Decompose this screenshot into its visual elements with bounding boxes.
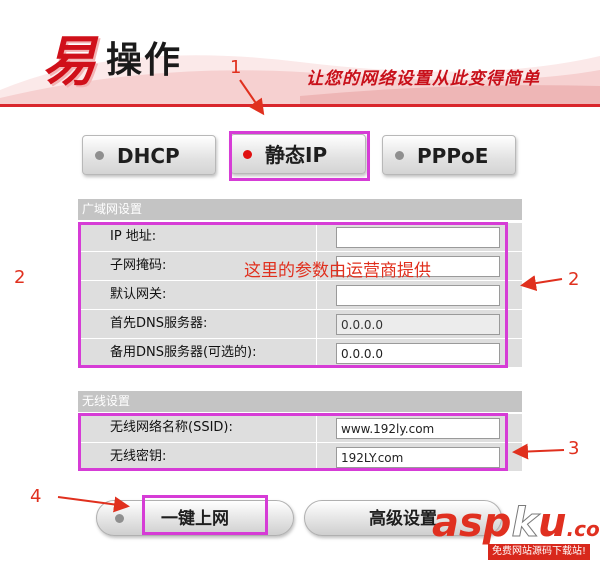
watermark: aspku.com 免费网站源码下载站!	[422, 500, 600, 560]
annotation-note: 这里的参数由运营商提供	[244, 261, 431, 281]
annotation-number-2-left: 2	[14, 267, 26, 288]
annotation-number-1: 1	[230, 57, 242, 78]
watermark-domain: .com	[566, 517, 600, 541]
watermark-k: k	[511, 500, 539, 547]
watermark-asp: asp	[432, 500, 512, 546]
annotation-number-4: 4	[30, 486, 42, 507]
mode-pppoe-label: PPPoE	[417, 144, 489, 168]
highlight-box-static-ip	[229, 131, 370, 181]
mode-dhcp-label: DHCP	[117, 144, 180, 168]
highlight-box-wan-fields	[78, 222, 508, 368]
watermark-tagline: 免费网站源码下载站!	[488, 544, 591, 560]
logo-title: 操作	[106, 40, 183, 81]
watermark-u: u	[538, 500, 567, 546]
annotation-number-3: 3	[568, 438, 580, 459]
header-divider	[0, 104, 600, 107]
radio-dot-icon	[95, 151, 104, 160]
highlight-box-wireless-fields	[78, 413, 508, 471]
slogan: 让您的网络设置从此变得简单	[306, 69, 540, 89]
wan-panel-header: 广域网设置	[78, 199, 522, 220]
annotation-number-2-right: 2	[568, 269, 580, 290]
wireless-panel-title: 无线设置	[82, 394, 131, 408]
mode-dhcp-button[interactable]: DHCP	[82, 135, 216, 175]
radio-dot-icon	[395, 151, 404, 160]
mode-pppoe-button[interactable]: PPPoE	[382, 135, 516, 175]
wireless-panel-header: 无线设置	[78, 391, 522, 412]
logo-mark: 易	[42, 29, 96, 93]
wan-panel-title: 广域网设置	[82, 202, 143, 216]
header-banner: 易 操作 让您的网络设置从此变得简单	[0, 0, 600, 110]
highlight-box-connect	[142, 495, 268, 535]
radio-dot-icon	[115, 514, 124, 523]
